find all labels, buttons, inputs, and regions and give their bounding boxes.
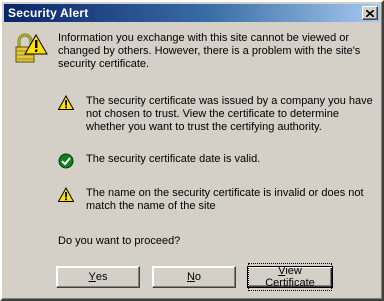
item-text: The name on the security certificate is … xyxy=(86,187,364,212)
intro-text: Information you exchange with this site … xyxy=(58,32,361,70)
item-text: The security certificate date is valid. xyxy=(86,153,261,165)
padlock-warning-icon xyxy=(15,33,48,63)
proceed-question: Do you want to proceed? xyxy=(58,235,181,247)
check-icon xyxy=(58,153,74,169)
warning-icon xyxy=(58,95,74,110)
window-title: Security Alert xyxy=(8,6,89,20)
title-bar[interactable]: Security Alert xyxy=(4,4,380,22)
warning-icon xyxy=(58,187,74,202)
item-text: The security certificate was issued by a… xyxy=(86,95,373,133)
view-certificate-button[interactable]: View Certificate xyxy=(247,263,333,291)
focus-rect: View Certificate xyxy=(248,263,332,291)
no-button[interactable]: No xyxy=(152,266,236,288)
yes-button[interactable]: Yes xyxy=(56,266,140,288)
close-button[interactable] xyxy=(362,6,378,20)
security-alert-dialog: Security Alert Information you exchange … xyxy=(0,0,384,301)
close-icon xyxy=(366,9,374,17)
